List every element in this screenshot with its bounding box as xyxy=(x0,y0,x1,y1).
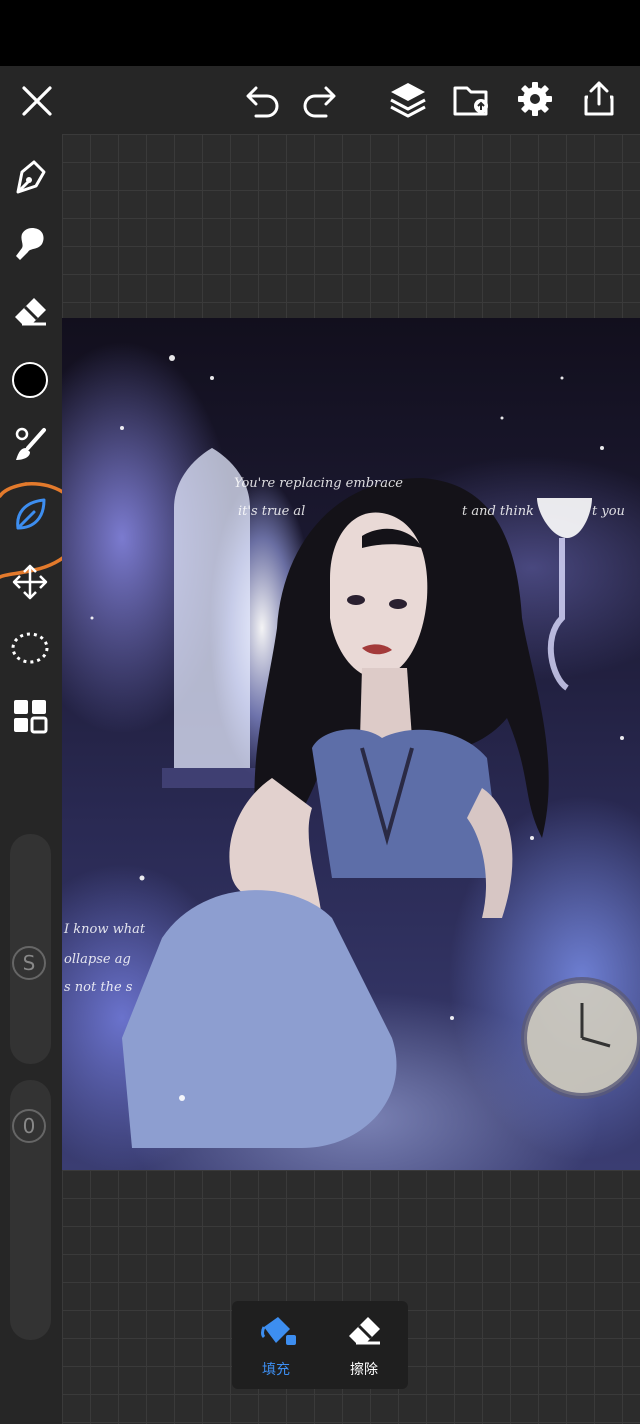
fill-button[interactable]: 填充 xyxy=(232,1301,320,1389)
share-icon[interactable] xyxy=(580,80,618,118)
move-icon[interactable] xyxy=(10,562,50,602)
redo-icon[interactable] xyxy=(300,82,338,118)
layers-icon[interactable] xyxy=(388,80,428,120)
artwork-illustration xyxy=(90,355,640,1148)
brush-adjust-icon[interactable] xyxy=(12,426,48,464)
artwork-text-line: t and think xyxy=(462,504,534,519)
erase-label: 擦除 xyxy=(350,1362,378,1378)
erase-button[interactable]: 擦除 xyxy=(320,1301,408,1389)
pen-icon[interactable] xyxy=(12,158,48,196)
status-bar xyxy=(0,0,640,66)
gear-icon[interactable] xyxy=(516,80,554,118)
lasso-icon[interactable] xyxy=(10,630,50,668)
grid-icon[interactable] xyxy=(12,698,48,734)
tool-sidebar: S 0 xyxy=(0,134,85,1424)
smudge-icon[interactable] xyxy=(12,226,48,262)
opacity-slider-label: 0 xyxy=(12,1109,46,1143)
top-toolbar xyxy=(0,66,640,134)
artwork-text-line: s not the s xyxy=(64,980,133,995)
undo-icon[interactable] xyxy=(244,82,282,118)
artwork[interactable]: You're replacing embrace it's true al t … xyxy=(62,318,640,1170)
paint-bucket-icon xyxy=(260,1313,298,1349)
size-slider-label: S xyxy=(12,946,46,980)
gallery-icon[interactable] xyxy=(452,82,492,118)
eraser-icon xyxy=(346,1315,382,1349)
color-swatch[interactable] xyxy=(11,361,49,399)
artwork-text-line: t you xyxy=(592,504,625,519)
artwork-text-line: I know what xyxy=(64,922,146,937)
fill-popup: 填充 擦除 xyxy=(232,1301,408,1389)
eraser-icon[interactable] xyxy=(12,296,48,330)
close-icon[interactable] xyxy=(18,82,56,120)
artwork-text-line: it's true al xyxy=(238,504,306,519)
artwork-text-line: ollapse ag xyxy=(64,952,131,967)
fill-label: 填充 xyxy=(262,1362,290,1378)
artwork-text-line: You're replacing embrace xyxy=(234,476,403,491)
